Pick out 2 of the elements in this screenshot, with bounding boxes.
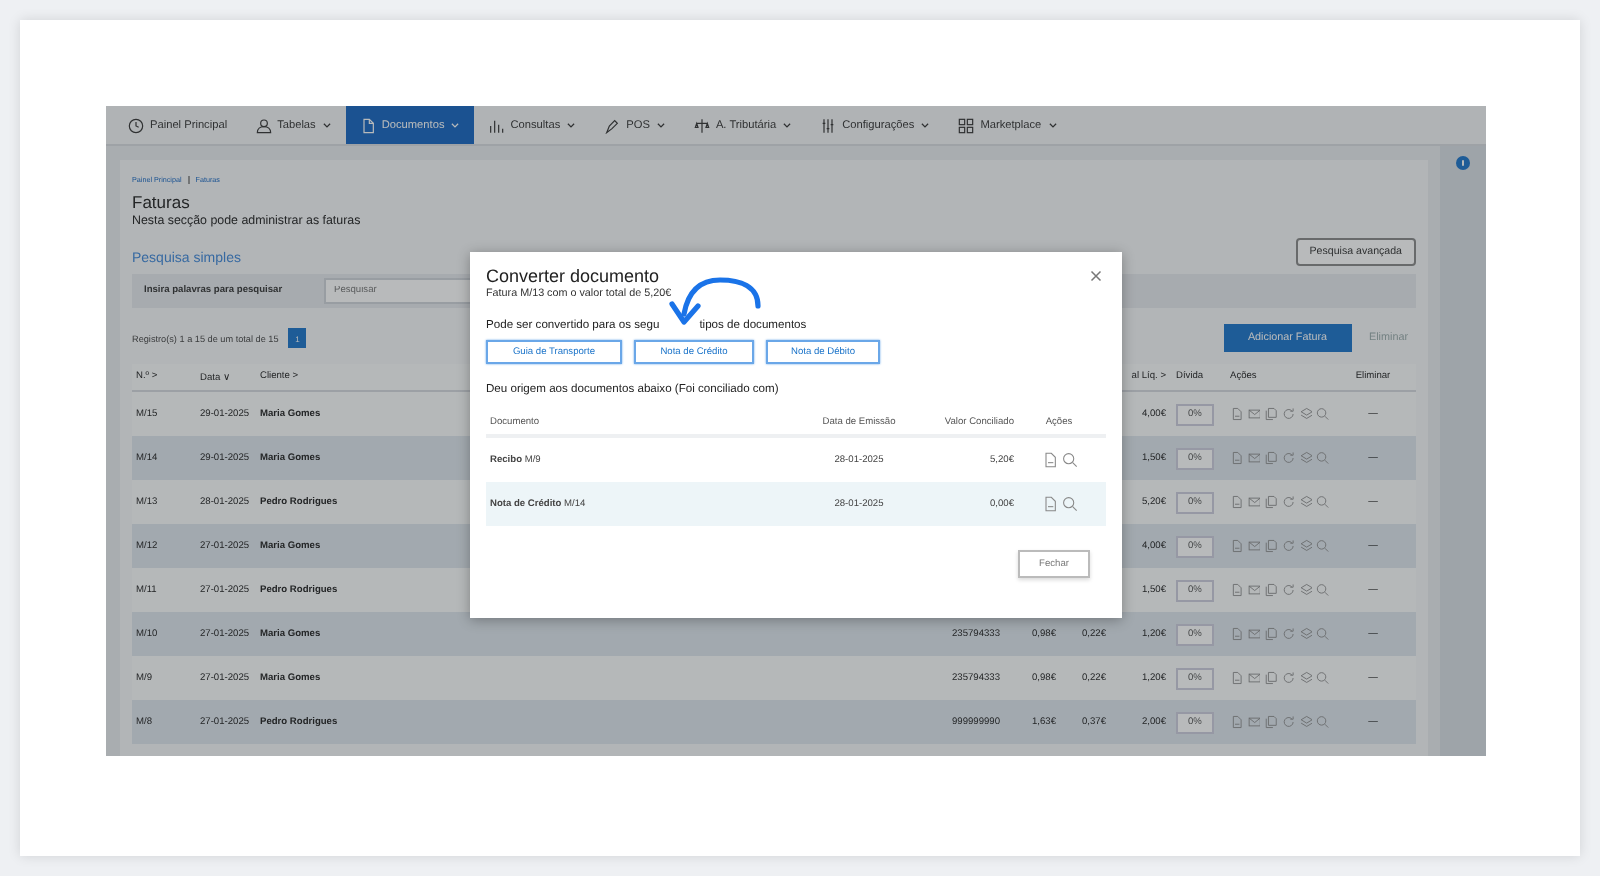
dialog-title: Converter documento	[486, 266, 660, 286]
page-title: Faturas	[132, 192, 192, 212]
